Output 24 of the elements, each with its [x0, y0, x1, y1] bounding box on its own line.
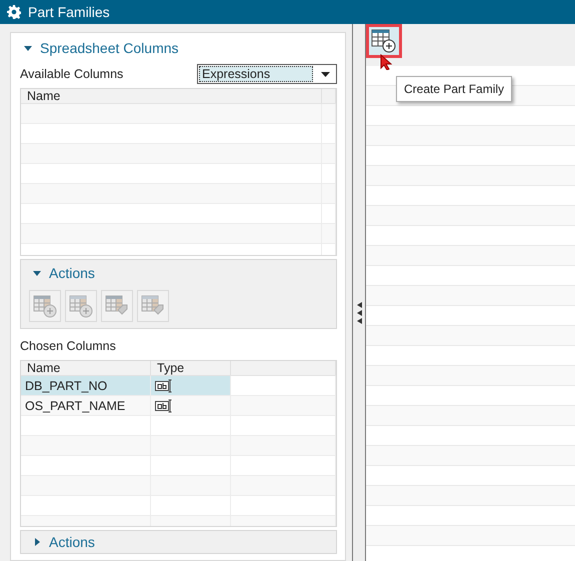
settings-icon — [7, 5, 21, 19]
create-part-family-button[interactable] — [366, 24, 402, 58]
collapse-arrow-icon[interactable] — [33, 268, 41, 277]
dropdown-arrow-icon — [321, 72, 330, 77]
cursor-icon — [380, 54, 392, 70]
column-type-dropdown[interactable]: Expressions — [197, 64, 337, 84]
table-add-icon — [69, 294, 93, 318]
table-cell[interactable]: DB_PART_NO — [21, 376, 151, 396]
tooltip: Create Part Family — [396, 76, 512, 102]
text-field-icon — [155, 398, 173, 413]
text-field-icon — [155, 378, 173, 393]
section-title[interactable]: Actions — [49, 534, 95, 550]
dropdown-value: Expressions — [199, 66, 313, 82]
column-header[interactable]: Name — [21, 361, 151, 376]
window-title: Part Families — [28, 4, 110, 20]
field-label: Chosen Columns — [20, 339, 116, 354]
expand-arrow-icon[interactable] — [33, 538, 41, 546]
table-add-icon — [371, 28, 397, 54]
section-title[interactable]: Actions — [49, 264, 95, 281]
section-title[interactable]: Spreadsheet Columns — [40, 40, 179, 56]
column-header[interactable]: Type — [151, 361, 231, 376]
table-add-icon — [33, 294, 57, 318]
field-label: Available Columns — [20, 67, 124, 82]
collapse-arrow-icon[interactable] — [24, 44, 32, 52]
